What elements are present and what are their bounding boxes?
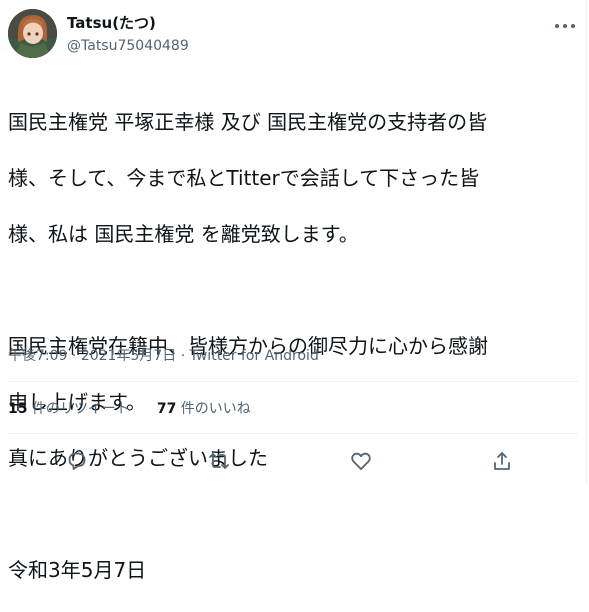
tweet-line [8, 276, 568, 304]
retweets-label: 件のリツイート [31, 401, 130, 417]
tweet-line: 国民主権党 平塚正幸様 及び 国民主権党の支持者の皆 [8, 110, 488, 134]
divider [8, 433, 578, 434]
meta-separator: · [71, 348, 77, 364]
tweet-line: 令和3年5月7日 [8, 558, 147, 582]
retweets-stat[interactable]: 15 件のリツイート [8, 401, 130, 417]
tweet-stats: 15 件のリツイート 77 件のいいね [8, 400, 251, 418]
more-icon[interactable] [553, 14, 583, 38]
reply-icon[interactable] [65, 449, 89, 473]
tweet-card: Tatsu(たつ) @Tatsu75040489 国民主権党 平塚正幸様 及び … [0, 0, 587, 582]
retweets-count: 15 [8, 401, 28, 417]
share-icon[interactable] [490, 449, 514, 473]
tweet-line [8, 500, 568, 528]
tweet-line: 様、そして、今まで私とTitterで会話して下さった皆 [8, 166, 480, 190]
meta-separator: · [180, 348, 186, 364]
display-name[interactable]: Tatsu(たつ) [67, 14, 156, 32]
action-bar [0, 446, 587, 476]
user-handle[interactable]: @Tatsu75040489 [67, 37, 189, 55]
divider [8, 381, 578, 382]
like-icon[interactable] [349, 449, 373, 473]
likes-label: 件のいいね [180, 401, 251, 417]
tweet-text: 国民主権党 平塚正幸様 及び 国民主権党の支持者の皆 様、そして、今まで私とTi… [8, 80, 568, 612]
tweet-line: 様、私は 国民主権党 を離党致します。 [8, 222, 359, 246]
tweet-source[interactable]: Twitter for Android [190, 348, 319, 364]
likes-stat[interactable]: 77 件のいいね [157, 401, 251, 417]
tweet-date[interactable]: 2021年5月7日 [81, 348, 176, 364]
avatar-image [8, 9, 57, 58]
tweet-meta: 午後7:09 · 2021年5月7日 · Twitter for Android [8, 347, 319, 365]
tweet-time[interactable]: 午後7:09 [8, 348, 67, 364]
avatar[interactable] [8, 9, 57, 58]
likes-count: 77 [156, 401, 177, 417]
retweet-icon[interactable] [207, 449, 231, 473]
